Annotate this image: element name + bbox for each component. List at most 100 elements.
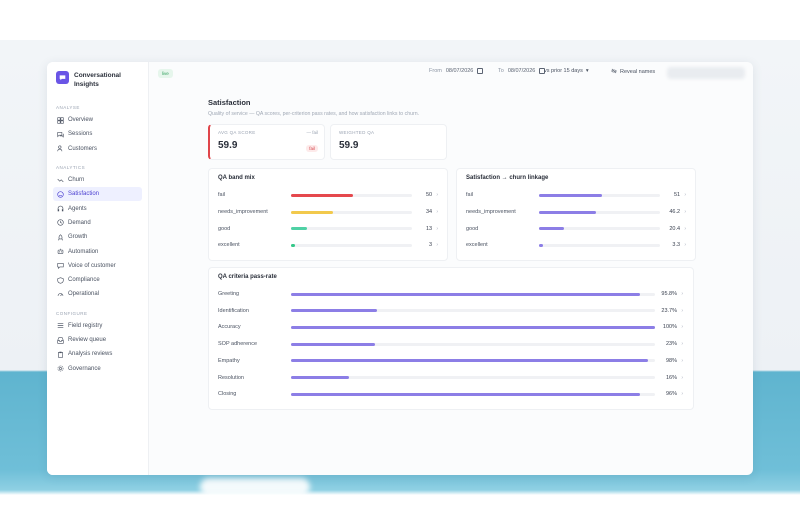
bar-fill: [291, 392, 641, 396]
sidebar-item-analysis-reviews[interactable]: Analysis reviews: [53, 347, 142, 361]
bar-fill: [291, 342, 375, 346]
sidebar-item-growth[interactable]: Growth: [53, 230, 142, 244]
trend-down-icon: [57, 177, 64, 184]
bar-track: [539, 227, 661, 231]
bar-row[interactable]: excellent 3 ›: [218, 237, 438, 254]
sidebar-item-overview[interactable]: Overview: [53, 113, 142, 127]
kpi-card-avg-qa[interactable]: AVG QA SCORE — fail 59.9 fail: [208, 124, 325, 160]
sidebar-item-review-queue[interactable]: Review queue: [53, 333, 142, 347]
sidebar-item-governance[interactable]: Governance: [53, 361, 142, 375]
bar-track: [291, 193, 413, 197]
reveal-names-label: Reveal names: [620, 69, 656, 75]
bar-track: [539, 210, 661, 214]
bar-value: 96%: [665, 391, 677, 398]
bar-row[interactable]: good 13 ›: [218, 220, 438, 237]
kpi-card-weighted-qa[interactable]: WEIGHTED QA 59.9: [330, 124, 447, 160]
sidebar-item-label: Operational: [68, 291, 100, 298]
nav-section: ANALYTICS Churn Satisfaction Agents Demand Gr…: [53, 165, 142, 302]
sidebar-item-label: Churn: [68, 177, 85, 184]
churn-rows: fail 51 › needs_improvement 46.2 › good 20.4 › ex…: [466, 187, 686, 254]
bar-label: fail: [218, 192, 226, 199]
bar-value: 20.4: [669, 225, 681, 232]
sidebar-item-agents[interactable]: Agents: [53, 201, 142, 215]
bar-row[interactable]: good 20.4 ›: [466, 220, 686, 237]
bar-value: 34: [425, 209, 433, 216]
chevron-right-icon: ›: [436, 209, 438, 216]
speech-icon: [57, 262, 64, 270]
bar-row[interactable]: fail 50 ›: [218, 187, 438, 204]
page-subtitle: Quality of service — QA scores, per-crit…: [208, 111, 420, 117]
content: Satisfaction Quality of service — QA sco…: [208, 98, 696, 410]
sidebar-nav: ANALYSE Overview Sessions Customers ANALYTIC…: [53, 105, 142, 376]
bar-row[interactable]: Greeting 95.8% ›: [218, 286, 684, 303]
nav-section-label: CONFIGURE: [56, 310, 88, 316]
bar-row[interactable]: Accuracy 100% ›: [218, 319, 684, 336]
chevron-right-icon: ›: [681, 291, 683, 298]
bar-track: [291, 359, 655, 363]
criteria-rows: Greeting 95.8% › Identification 23.7% › Accura…: [218, 286, 684, 403]
brand-name: Conversational Insights: [74, 72, 121, 88]
cards-row: QA band mix fail 50 › needs_improvement 34 › g…: [208, 168, 696, 261]
sidebar-item-satisfaction[interactable]: Satisfaction: [53, 187, 142, 202]
status-badge: fail: [306, 145, 318, 152]
bar-value: 16%: [665, 374, 677, 381]
bar-label: excellent: [218, 242, 240, 249]
chevron-right-icon: ›: [681, 324, 683, 331]
sidebar-item-field-registry[interactable]: Field registry: [53, 319, 142, 333]
list-icon: [57, 322, 64, 329]
sidebar-item-label: Sessions: [68, 131, 93, 138]
clipboard-icon: [57, 351, 64, 358]
sidebar-item-customers[interactable]: Customers: [53, 142, 142, 156]
calendar-icon[interactable]: [477, 68, 484, 74]
bar-fill: [291, 227, 307, 231]
sidebar-item-label: Agents: [68, 205, 87, 212]
sidebar-item-demand[interactable]: Demand: [53, 216, 142, 230]
qa-band-mix-card: QA band mix fail 50 › needs_improvement 34 › g…: [208, 168, 448, 261]
from-date-field[interactable]: From 08/07/2026: [429, 68, 484, 74]
chevron-right-icon: ›: [681, 357, 683, 364]
bar-row[interactable]: excellent 3.3 ›: [466, 237, 686, 254]
bar-fill: [291, 243, 295, 247]
to-date-value: 08/07/2026: [507, 68, 536, 74]
chevron-right-icon: ›: [684, 225, 686, 232]
bar-row[interactable]: Empathy 98% ›: [218, 353, 684, 370]
bar-label: needs_improvement: [218, 209, 268, 216]
bar-value: 23.7%: [661, 307, 677, 314]
cloud-decoration: [200, 478, 310, 496]
users-icon: [57, 145, 64, 152]
bar-row[interactable]: Identification 23.7% ›: [218, 302, 684, 319]
bar-fill: [539, 210, 596, 214]
sidebar-item-sessions[interactable]: Sessions: [53, 127, 142, 141]
sidebar-item-compliance[interactable]: Compliance: [53, 273, 142, 287]
kpi-row: AVG QA SCORE — fail 59.9 fail WEIGHTED Q…: [208, 124, 696, 160]
bar-row[interactable]: Closing 96% ›: [218, 386, 684, 403]
from-label: From: [429, 68, 442, 74]
nav-section-label: ANALYTICS: [56, 164, 86, 170]
criteria-card: QA criteria pass-rate Greeting 95.8% › Iden…: [208, 266, 694, 410]
sidebar-item-label: Compliance: [68, 277, 100, 284]
sidebar-item-voice-of-customer[interactable]: Voice of customer: [53, 259, 142, 273]
bar-row[interactable]: needs_improvement 46.2 ›: [466, 204, 686, 221]
bar-row[interactable]: fail 51 ›: [466, 187, 686, 204]
bar-label: Empathy: [218, 357, 240, 364]
bar-track: [291, 342, 655, 346]
nav-section: CONFIGURE Field registry Review queue Analy…: [53, 311, 142, 376]
brand[interactable]: Conversational Insights: [53, 71, 142, 89]
reveal-names-button[interactable]: Reveal names: [611, 68, 655, 76]
to-date-field[interactable]: To 08/07/2026: [498, 68, 546, 74]
compare-select[interactable]: vs prior 15 days ▾: [544, 68, 589, 74]
kpi-label: WEIGHTED QA: [339, 130, 375, 135]
sidebar-item-label: Overview: [68, 117, 94, 124]
bar-row[interactable]: needs_improvement 34 ›: [218, 204, 438, 221]
bar-value: 23%: [665, 341, 677, 348]
sidebar-item-churn[interactable]: Churn: [53, 173, 142, 187]
bar-row[interactable]: Resolution 16% ›: [218, 369, 684, 386]
user-menu[interactable]: [667, 67, 745, 79]
bar-label: fail: [466, 192, 474, 199]
sidebar-item-operational[interactable]: Operational: [53, 287, 142, 301]
page-title: Satisfaction: [208, 98, 251, 107]
bar-row[interactable]: SOP adherence 23% ›: [218, 336, 684, 353]
sidebar-item-automation[interactable]: Automation: [53, 244, 142, 258]
bar-label: Closing: [218, 391, 237, 398]
bar-value: 3: [429, 242, 433, 249]
